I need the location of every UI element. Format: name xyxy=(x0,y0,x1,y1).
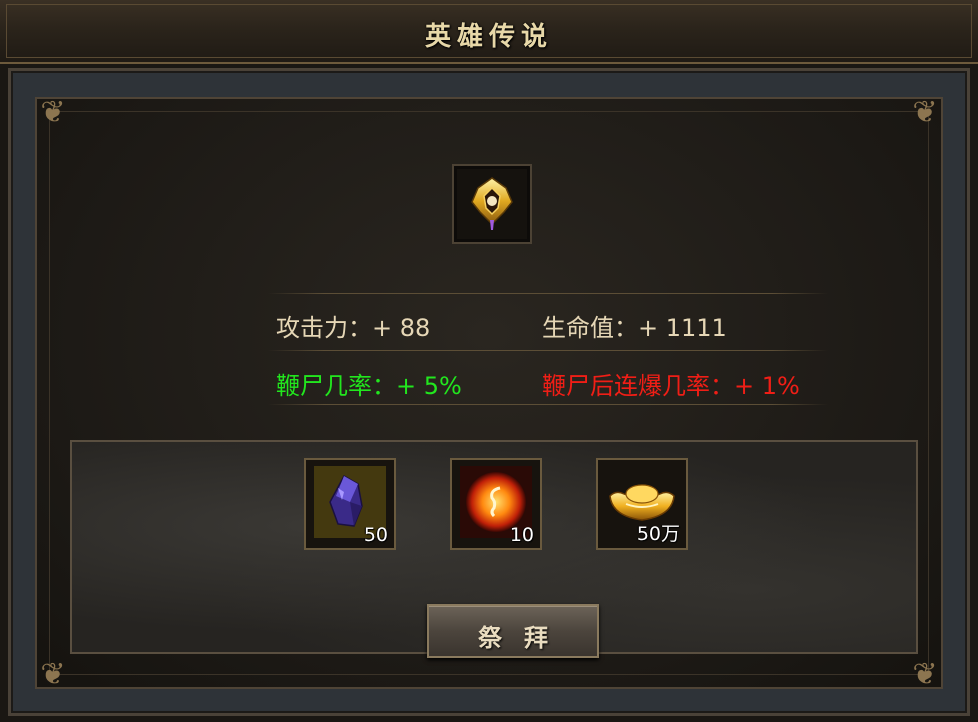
corner-ornament-icon: ❦ xyxy=(40,95,66,130)
cost-item-orb[interactable]: 10 xyxy=(450,458,542,550)
title-bar: 英雄传说 xyxy=(0,0,978,64)
corner-ornament-icon: ❦ xyxy=(912,657,938,692)
cost-quantity: 10 xyxy=(509,524,534,546)
worship-button[interactable]: 祭拜 xyxy=(427,604,599,658)
corner-ornament-icon: ❦ xyxy=(912,95,938,130)
attack-stat: 攻击力：+ 88 xyxy=(276,314,431,342)
divider xyxy=(268,404,828,405)
cost-quantity: 50 xyxy=(363,524,388,546)
divider xyxy=(268,350,828,351)
whip-rate-stat: 鞭尸几率：+ 5% xyxy=(276,372,462,400)
window-title: 英雄传说 xyxy=(424,22,553,52)
corner-ornament-icon: ❦ xyxy=(40,657,66,692)
worship-button-label: 祭拜 xyxy=(478,623,570,652)
golden-emblem-icon xyxy=(471,177,513,230)
cost-quantity: 50万 xyxy=(636,523,680,545)
hero-item-slot[interactable] xyxy=(452,164,532,244)
divider xyxy=(268,293,828,294)
cost-item-crystal[interactable]: 50 xyxy=(304,458,396,550)
whip-burst-rate-stat: 鞭尸后连爆几率：+ 1% xyxy=(542,372,800,400)
cost-item-gold[interactable]: 50万 xyxy=(596,458,688,550)
hp-stat: 生命值：+ 1111 xyxy=(542,314,727,342)
